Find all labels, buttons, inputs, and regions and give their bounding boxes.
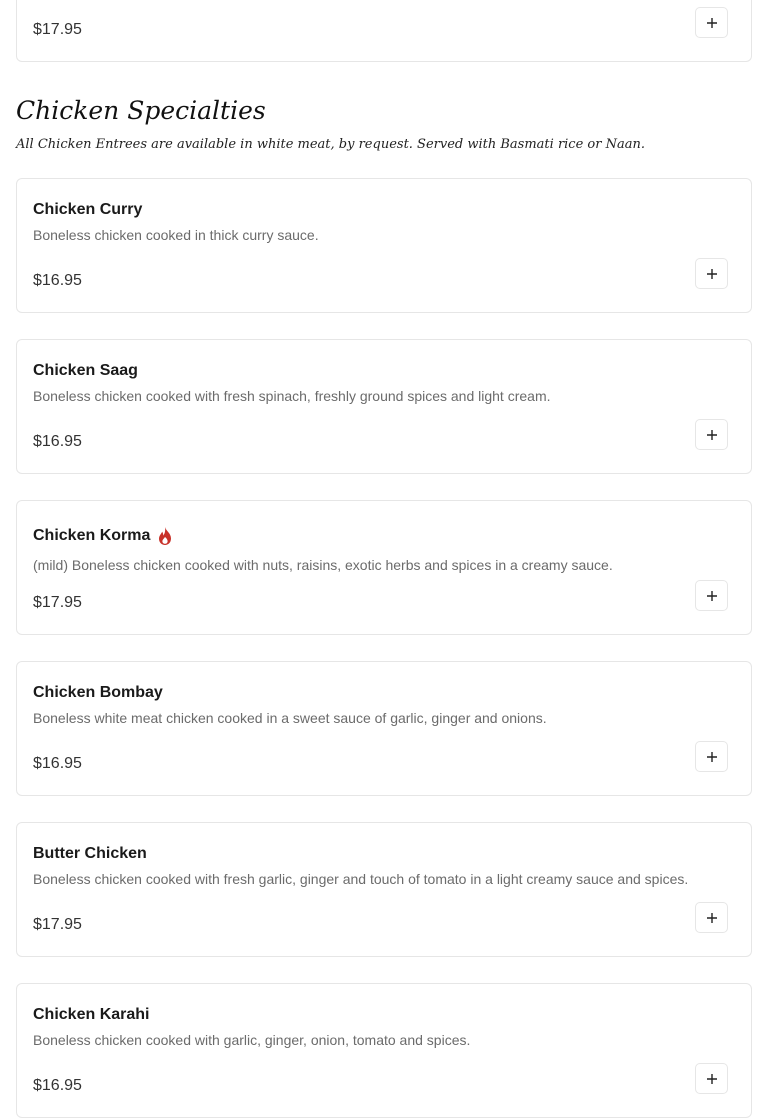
item-name-text: Chicken Curry [33,201,143,218]
item-name: Chicken Karahi [33,1006,149,1024]
item-description: (mild) Boneless chicken cooked with nuts… [33,557,613,573]
item-description: Boneless chicken cooked with garlic, gin… [33,1032,471,1048]
item-price: $16.95 [33,1077,82,1094]
item-name-text: Chicken Saag [33,362,138,379]
item-name: Chicken Bombay [33,684,163,702]
menu-item-card[interactable]: Chicken Saag Boneless chicken cooked wit… [16,339,752,474]
add-to-cart-button[interactable] [695,419,728,450]
section-subtitle: All Chicken Entrees are available in whi… [16,137,645,152]
add-to-cart-button[interactable] [695,258,728,289]
item-description: Boneless chicken cooked with fresh garli… [33,871,689,887]
item-name: Chicken Curry [33,201,142,219]
item-price: $17.95 [33,916,82,933]
item-name-text: Chicken Korma [33,527,151,544]
item-description: Boneless chicken cooked in thick curry s… [33,227,319,243]
item-name-text: Chicken Karahi [33,1006,150,1023]
add-to-cart-button[interactable] [695,902,728,933]
plus-icon [706,429,717,440]
item-price: $17.95 [33,594,82,611]
item-price: $17.95 [33,21,82,38]
item-name-text: Chicken Bombay [33,684,163,701]
add-to-cart-button[interactable] [695,1063,728,1094]
add-to-cart-button[interactable] [695,7,728,38]
plus-icon [706,17,717,28]
plus-icon [706,268,717,279]
item-name: Butter Chicken [33,845,147,863]
menu-item-card[interactable]: Chicken Curry Boneless chicken cooked in… [16,178,752,313]
plus-icon [706,912,717,923]
item-price: $16.95 [33,755,82,772]
menu-item-card[interactable]: Butter Chicken Boneless chicken cooked w… [16,822,752,957]
flame-icon [159,527,172,545]
menu-item-card: $17.95 [16,0,752,62]
add-to-cart-button[interactable] [695,580,728,611]
plus-icon [706,1073,717,1084]
item-price: $16.95 [33,433,82,450]
item-name: Chicken Saag [33,362,138,380]
item-name-text: Butter Chicken [33,845,147,862]
add-to-cart-button[interactable] [695,741,728,772]
item-name: Chicken Korma [33,526,174,546]
menu-item-card[interactable]: Chicken Karahi Boneless chicken cooked w… [16,983,752,1118]
menu-item-card[interactable]: Chicken Bombay Boneless white meat chick… [16,661,752,796]
menu-item-card[interactable]: Chicken Korma (mild) Boneless chicken co… [16,500,752,635]
item-description: Boneless chicken cooked with fresh spina… [33,388,551,404]
item-description: Boneless white meat chicken cooked in a … [33,710,547,726]
plus-icon [706,751,717,762]
plus-icon [706,590,717,601]
item-price: $16.95 [33,272,82,289]
section-title: Chicken Specialties [16,96,266,125]
